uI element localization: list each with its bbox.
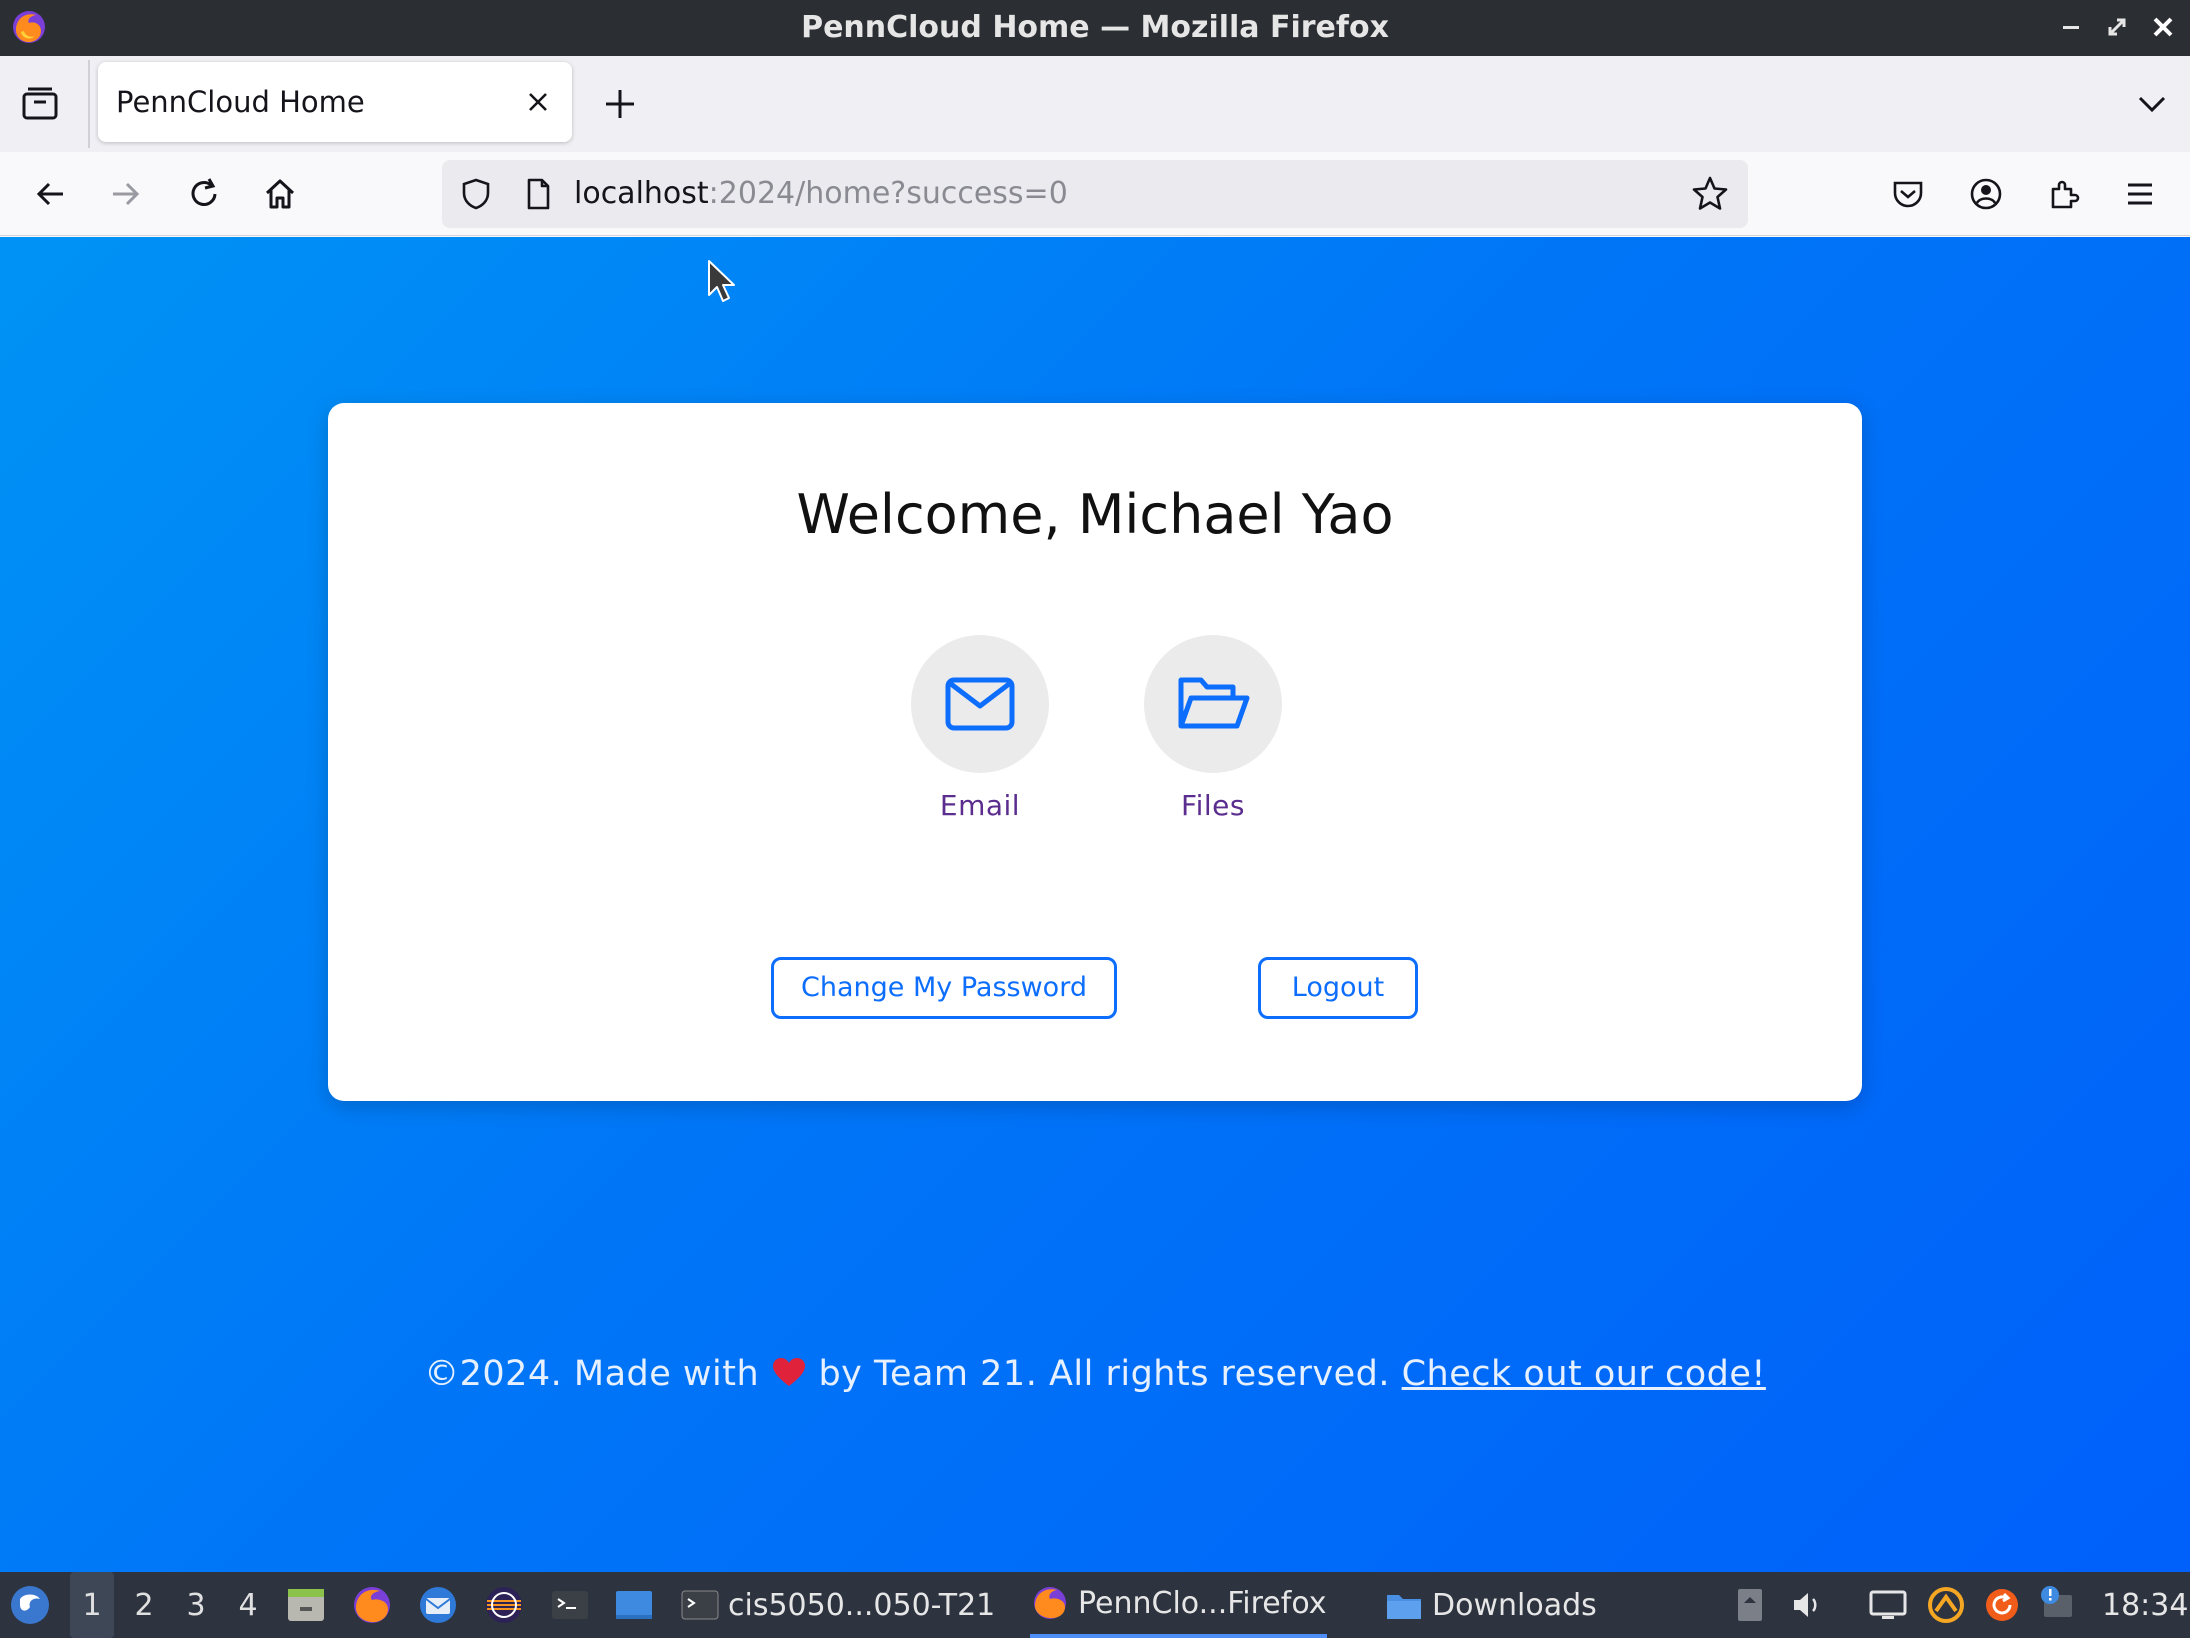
forward-icon[interactable] [102, 170, 150, 218]
logout-button[interactable]: Logout [1258, 957, 1418, 1019]
notification-tray-icon[interactable] [2036, 1572, 2080, 1638]
files-app-label[interactable]: Files [1123, 789, 1303, 822]
tab-title: PennCloud Home [116, 85, 365, 119]
close-icon[interactable] [522, 86, 554, 118]
tracking-protection-shield-icon[interactable] [458, 176, 494, 212]
menu-hamburger-icon[interactable] [2116, 170, 2164, 218]
workspace-3[interactable]: 3 [174, 1572, 218, 1638]
new-tab-icon[interactable] [598, 82, 642, 126]
taskbar-window-label: PennClo...Firefox [1078, 1585, 1327, 1621]
extensions-icon[interactable] [2040, 170, 2088, 218]
eclipse-launcher-icon[interactable] [482, 1572, 526, 1638]
email-app-circle[interactable] [911, 635, 1049, 773]
clipboard-tray-icon[interactable] [1728, 1572, 1772, 1638]
maximize-icon[interactable] [2100, 10, 2134, 44]
footer-copyright: ©2024. Made with [424, 1354, 760, 1394]
close-window-icon[interactable] [2146, 10, 2180, 44]
taskbar-window-label: cis5050...050-T21 [728, 1587, 996, 1623]
taskbar-window-firefox[interactable]: PennClo...Firefox [1030, 1572, 1327, 1638]
clock: 18:34 [2102, 1587, 2189, 1623]
change-password-button[interactable]: Change My Password [771, 957, 1117, 1019]
tab-strip: PennCloud Home [0, 56, 2190, 152]
file-manager-launcher-icon[interactable] [284, 1572, 328, 1638]
taskbar-window-downloads[interactable]: Downloads [1384, 1572, 1597, 1638]
terminal-icon [681, 1590, 719, 1620]
minimize-icon[interactable] [2054, 10, 2088, 44]
window-titlebar: PennCloud Home — Mozilla Firefox [0, 0, 2190, 56]
footer-team: by Team 21. All rights reserved. [818, 1354, 1390, 1394]
thunderbird-launcher-icon[interactable] [416, 1572, 460, 1638]
files-app-circle[interactable] [1144, 635, 1282, 773]
pocket-icon[interactable] [1884, 170, 1932, 218]
tab-list-icon[interactable] [16, 80, 64, 128]
url-text[interactable]: localhost:2024/home?success=0 [574, 160, 1068, 228]
reload-icon[interactable] [180, 170, 228, 218]
back-icon[interactable] [26, 170, 74, 218]
footer-code-link[interactable]: Check out our code! [1402, 1354, 1766, 1394]
account-icon[interactable] [1962, 170, 2010, 218]
window-title: PennCloud Home — Mozilla Firefox [801, 10, 1389, 45]
workspace-1[interactable]: 1 [70, 1572, 114, 1638]
email-app-link[interactable]: Email [890, 635, 1070, 822]
volume-icon[interactable] [1786, 1572, 1830, 1638]
bookmark-star-icon[interactable] [1690, 174, 1730, 214]
url-host: localhost [574, 176, 709, 211]
display-tray-icon[interactable] [1866, 1572, 1910, 1638]
terminal-launcher-icon[interactable] [548, 1572, 592, 1638]
folder-open-icon [1178, 677, 1250, 729]
page-footer: ©2024. Made with by Team 21. All rights … [0, 1354, 2190, 1394]
page-info-icon[interactable] [520, 176, 556, 212]
url-path: :2024/home?success=0 [708, 176, 1068, 211]
tab-penncloud-home[interactable]: PennCloud Home [98, 62, 572, 142]
heart-icon [772, 1358, 805, 1386]
navigation-toolbar: localhost:2024/home?success=0 [0, 152, 2190, 236]
page-viewport: Welcome, Michael Yao Email Files Change … [0, 237, 2190, 1572]
envelope-icon [945, 677, 1015, 731]
url-bar[interactable]: localhost:2024/home?success=0 [442, 160, 1748, 228]
desktop-launcher-icon[interactable] [612, 1572, 656, 1638]
welcome-heading: Welcome, Michael Yao [796, 483, 1394, 546]
tab-strip-divider [88, 60, 90, 148]
app-menu-launcher-icon[interactable] [8, 1572, 52, 1638]
email-app-label[interactable]: Email [890, 789, 1070, 822]
workspace-4[interactable]: 4 [226, 1572, 270, 1638]
firefox-launcher-icon[interactable] [350, 1572, 394, 1638]
chevron-down-icon[interactable] [2130, 82, 2174, 126]
network-tray-icon[interactable] [1924, 1572, 1968, 1638]
taskbar: 1 2 3 4 cis5050...050-T21 PennClo...Fire… [0, 1572, 2190, 1638]
home-icon[interactable] [256, 170, 304, 218]
taskbar-window-label: Downloads [1432, 1587, 1597, 1623]
folder-icon [1387, 1595, 1421, 1619]
taskbar-window-terminal[interactable]: cis5050...050-T21 [680, 1572, 995, 1638]
update-tray-icon[interactable] [1980, 1572, 2024, 1638]
mouse-cursor-icon [708, 260, 735, 302]
home-card: Welcome, Michael Yao Email Files Change … [328, 403, 1862, 1101]
firefox-icon [1034, 1587, 1066, 1619]
files-app-link[interactable]: Files [1123, 635, 1303, 822]
workspace-2[interactable]: 2 [122, 1572, 166, 1638]
